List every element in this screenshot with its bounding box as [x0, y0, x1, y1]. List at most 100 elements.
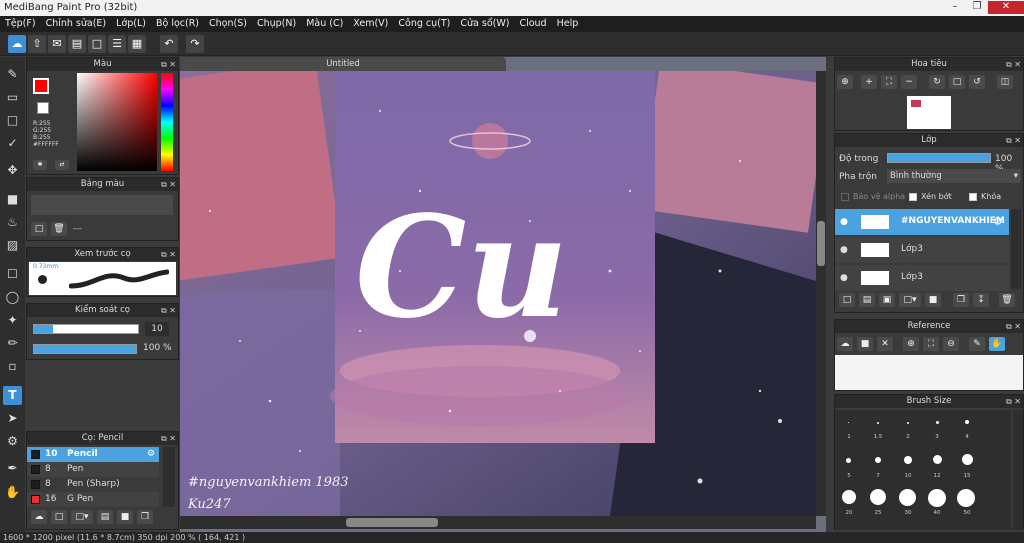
layer-row[interactable]: ● #NGUYENVANKHIEM ⚙: [835, 209, 1009, 235]
new-brush-icon[interactable]: □: [51, 510, 67, 524]
grid-icon[interactable]: ▦: [128, 35, 146, 53]
brush-item-pen-sharp[interactable]: 8 Pen (Sharp): [27, 477, 159, 492]
layer-row[interactable]: ● Lớp3: [835, 265, 1009, 291]
zoom-in-icon[interactable]: +: [861, 75, 877, 89]
panel-close-icon[interactable]: ⧉ ✕: [1006, 134, 1021, 147]
fit-icon[interactable]: ⛶: [923, 337, 939, 351]
menu-filter[interactable]: Bộ lọc(R): [151, 16, 204, 32]
canvas[interactable]: Cu #nguyenvankhiem 1983 Ku247: [180, 71, 816, 516]
gradient-icon[interactable]: ▨: [3, 236, 22, 255]
panel-close-icon[interactable]: ⧉ ✕: [1006, 320, 1021, 333]
brush-size-dot[interactable]: [899, 489, 916, 506]
dropper-icon[interactable]: ✎: [969, 337, 985, 351]
brush-size-dot[interactable]: [848, 422, 849, 423]
panel-close-icon[interactable]: ⧉ ✕: [161, 248, 176, 261]
brush-size-slider[interactable]: [33, 324, 139, 334]
eye-icon[interactable]: ●: [840, 217, 848, 227]
eye-icon[interactable]: ●: [840, 273, 848, 283]
hue-slider[interactable]: [161, 73, 173, 171]
text-tool-icon[interactable]: T: [3, 386, 22, 405]
delete-palette-icon[interactable]: 🗑: [51, 222, 67, 236]
select-pen-icon[interactable]: ✏: [3, 334, 22, 353]
add-color-icon[interactable]: ✱: [33, 160, 47, 170]
duplicate-layer-icon[interactable]: ❐: [953, 293, 969, 307]
new-palette-icon[interactable]: □: [31, 222, 47, 236]
brush-size-dot[interactable]: [962, 454, 973, 465]
open-folder-icon[interactable]: ■: [857, 337, 873, 351]
add-layer-dropdown-icon[interactable]: □▾: [899, 293, 921, 307]
brush-size-dot[interactable]: [928, 489, 946, 507]
menu-file[interactable]: Tệp(F): [0, 16, 41, 32]
brush-size-dot[interactable]: [870, 489, 886, 505]
pen-icon[interactable]: ✒: [3, 459, 22, 478]
menu-layer[interactable]: Lớp(L): [111, 16, 151, 32]
brush-size-value[interactable]: 10: [145, 322, 169, 336]
zoom-out-icon[interactable]: −: [901, 75, 917, 89]
list-icon[interactable]: ☰: [108, 35, 126, 53]
menu-view[interactable]: Xem(V): [348, 16, 393, 32]
menu-snap[interactable]: Chụp(N): [252, 16, 301, 32]
brush-size-grid[interactable]: 1 1.5 2 3 4 5 7 10 12 15 20 25 30 40 50: [835, 410, 1011, 530]
panel-close-icon[interactable]: ⧉ ✕: [161, 304, 176, 317]
brush-opacity-slider[interactable]: [33, 344, 137, 354]
eraser-tool-icon[interactable]: ▭: [3, 88, 22, 107]
brush-item-pencil[interactable]: 10 Pencil ⚙: [27, 447, 159, 462]
navigator-thumbnail[interactable]: [907, 96, 951, 129]
panel-close-icon[interactable]: ⧉ ✕: [1006, 395, 1021, 408]
brush-item-pen[interactable]: 8 Pen: [27, 462, 159, 477]
hand-tool-icon[interactable]: ✋: [3, 483, 22, 502]
page-icon[interactable]: □: [88, 35, 106, 53]
brush-size-dot[interactable]: [904, 456, 912, 464]
secondary-color-swatch[interactable]: [37, 102, 49, 114]
close-window-button[interactable]: ✕: [988, 1, 1024, 14]
zoom-out-icon[interactable]: ⊖: [943, 337, 959, 351]
new-halftone-layer-icon[interactable]: ▤: [859, 293, 875, 307]
reset-rotate-icon[interactable]: □: [949, 75, 965, 89]
panel-close-icon[interactable]: ⧉ ✕: [1006, 58, 1021, 71]
fit-icon[interactable]: ⛶: [881, 75, 897, 89]
document-tab[interactable]: Untitled: [180, 57, 506, 71]
minimize-button[interactable]: –: [944, 1, 966, 14]
brush-size-dot[interactable]: [842, 490, 856, 504]
brush-size-scrollbar[interactable]: [1013, 410, 1023, 530]
restore-button[interactable]: ❐: [966, 1, 988, 14]
swap-color-icon[interactable]: ⇄: [55, 160, 69, 170]
brush-list-scrollbar[interactable]: [163, 447, 175, 507]
dot-tool-icon[interactable]: ✓: [3, 134, 22, 153]
lasso-icon[interactable]: ◯: [3, 288, 22, 307]
brush-size-dot[interactable]: [846, 458, 851, 463]
canvas-horizontal-scrollbar[interactable]: [180, 516, 816, 529]
panel-close-icon[interactable]: ⧉ ✕: [161, 178, 176, 191]
settings-gear-icon[interactable]: ⚙: [993, 215, 1003, 228]
brush-size-dot[interactable]: [965, 420, 969, 424]
bucket-icon[interactable]: ♨: [3, 213, 22, 232]
add-brush-dropdown-icon[interactable]: □▾: [71, 510, 93, 524]
reference-view[interactable]: [835, 355, 1023, 390]
dropper-icon[interactable]: ⚙: [3, 432, 22, 451]
brush-settings-icon[interactable]: ▤: [97, 510, 113, 524]
panel-close-icon[interactable]: ⧉ ✕: [161, 58, 176, 71]
magic-wand-icon[interactable]: ✦: [3, 311, 22, 330]
zoom-in-icon[interactable]: ⊕: [903, 337, 919, 351]
rotate-icon[interactable]: ↻: [929, 75, 945, 89]
layer-row[interactable]: ● Lớp3: [835, 237, 1009, 263]
protect-alpha-checkbox[interactable]: [841, 193, 849, 201]
select-rect-icon[interactable]: ☐: [3, 265, 22, 284]
menu-color[interactable]: Màu (C): [301, 16, 348, 32]
redo-icon[interactable]: ↷: [186, 35, 204, 53]
folder-icon[interactable]: ■: [925, 293, 941, 307]
blend-select[interactable]: Bình thường ▾: [887, 169, 1021, 183]
comment-icon[interactable]: ✉: [48, 35, 66, 53]
close-icon[interactable]: ✕: [877, 337, 893, 351]
undo-icon[interactable]: ↶: [160, 35, 178, 53]
new-layer-icon[interactable]: □: [839, 293, 855, 307]
brush-size-dot[interactable]: [936, 421, 939, 424]
layer-opacity-slider[interactable]: [887, 153, 991, 163]
menu-help[interactable]: Help: [552, 16, 584, 32]
menu-tools[interactable]: Công cụ(T): [393, 16, 455, 32]
fill-shape-icon[interactable]: ■: [3, 190, 22, 209]
primary-color-swatch[interactable]: [33, 78, 49, 94]
zoom-icon[interactable]: ⊕: [837, 75, 853, 89]
layer-list-scrollbar[interactable]: [1011, 209, 1021, 289]
rectangle-tool-icon[interactable]: □: [3, 111, 22, 130]
